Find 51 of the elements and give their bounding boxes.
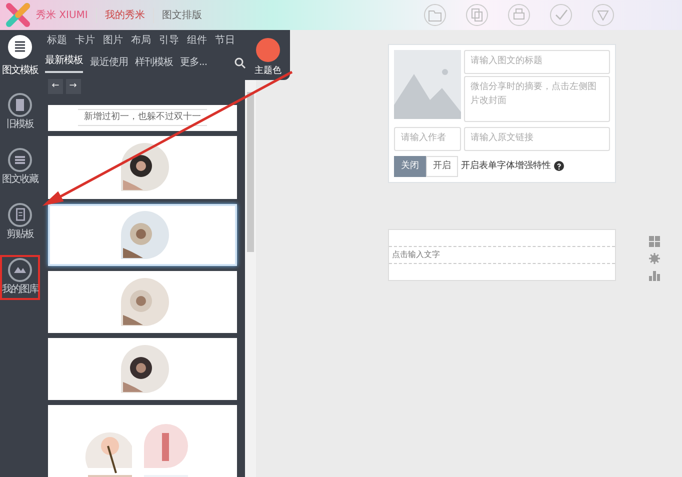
category-link[interactable]: 引导 xyxy=(159,32,179,48)
grid-icon[interactable] xyxy=(649,236,660,247)
template-tab[interactable]: 最近使用 xyxy=(90,54,128,72)
lines-icon xyxy=(15,156,25,164)
copy-button[interactable] xyxy=(466,4,488,26)
nav-link[interactable]: 我的秀米 xyxy=(96,8,145,22)
settings-icon[interactable] xyxy=(649,253,660,264)
theme-color-swatch[interactable] xyxy=(256,38,280,62)
scrollbar[interactable] xyxy=(245,80,256,477)
document-icon xyxy=(16,208,24,221)
category-link[interactable]: 节日 xyxy=(215,32,235,48)
template-tab[interactable]: 更多... xyxy=(180,54,208,72)
category-link[interactable]: 布局 xyxy=(131,32,151,48)
template-tab[interactable]: 样刊模板 xyxy=(135,54,173,72)
text-input-field[interactable]: 点击输入文字 xyxy=(388,229,616,281)
template-card[interactable] xyxy=(48,338,237,400)
search-icon[interactable] xyxy=(234,56,246,68)
logo-icon xyxy=(6,3,30,27)
author-field[interactable]: 请输入作者 xyxy=(394,127,461,150)
check-button[interactable] xyxy=(550,4,572,26)
title-field[interactable]: 请输入图文的标题 xyxy=(464,50,610,74)
arrow-button[interactable]: ← xyxy=(48,78,63,94)
category-link[interactable]: 标题 xyxy=(47,32,67,48)
sidebar-item[interactable]: 剪贴板 xyxy=(4,200,36,244)
toggle-option[interactable]: 关闭 xyxy=(394,156,426,177)
bar-chart-icon[interactable] xyxy=(649,270,660,281)
printer-button[interactable] xyxy=(508,4,530,26)
triangle-button[interactable] xyxy=(592,4,614,26)
arrow-button[interactable]: → xyxy=(66,78,80,94)
category-link[interactable]: 卡片 xyxy=(75,32,95,48)
sidebar-item[interactable]: 我的图库 xyxy=(0,254,40,300)
folder-button[interactable] xyxy=(424,4,446,26)
home-tab[interactable]: 图文模板 xyxy=(0,32,40,80)
document-icon xyxy=(16,98,24,110)
category-link[interactable]: 图片 xyxy=(103,32,123,48)
template-tab[interactable]: 最新模板 xyxy=(45,52,83,72)
sidebar-item[interactable]: 旧模板 xyxy=(4,90,36,134)
help-icon[interactable] xyxy=(554,161,564,172)
summary-field[interactable]: 微信分享时的摘要，点击左侧图片改封面 xyxy=(464,76,610,122)
link-field[interactable]: 请输入原文链接 xyxy=(464,127,610,150)
nav-link[interactable]: 图文排版 xyxy=(152,8,202,22)
toggle-option[interactable]: 开启 xyxy=(426,156,458,177)
template-card[interactable] xyxy=(48,136,237,198)
theme-color-label: 主题色 xyxy=(254,64,282,78)
mountain-icon xyxy=(14,266,26,272)
sidebar-item[interactable]: 图文收藏 xyxy=(0,144,40,190)
template-card[interactable]: 新增过初一，也躲不过双十一 xyxy=(48,104,237,130)
category-link[interactable]: 组件 xyxy=(187,32,207,48)
template-text: 新增过初一，也躲不过双十一 xyxy=(78,108,207,126)
toggle-label: 开启表单字体增强特性 xyxy=(461,160,551,172)
image-placeholder-icon[interactable] xyxy=(394,50,461,119)
